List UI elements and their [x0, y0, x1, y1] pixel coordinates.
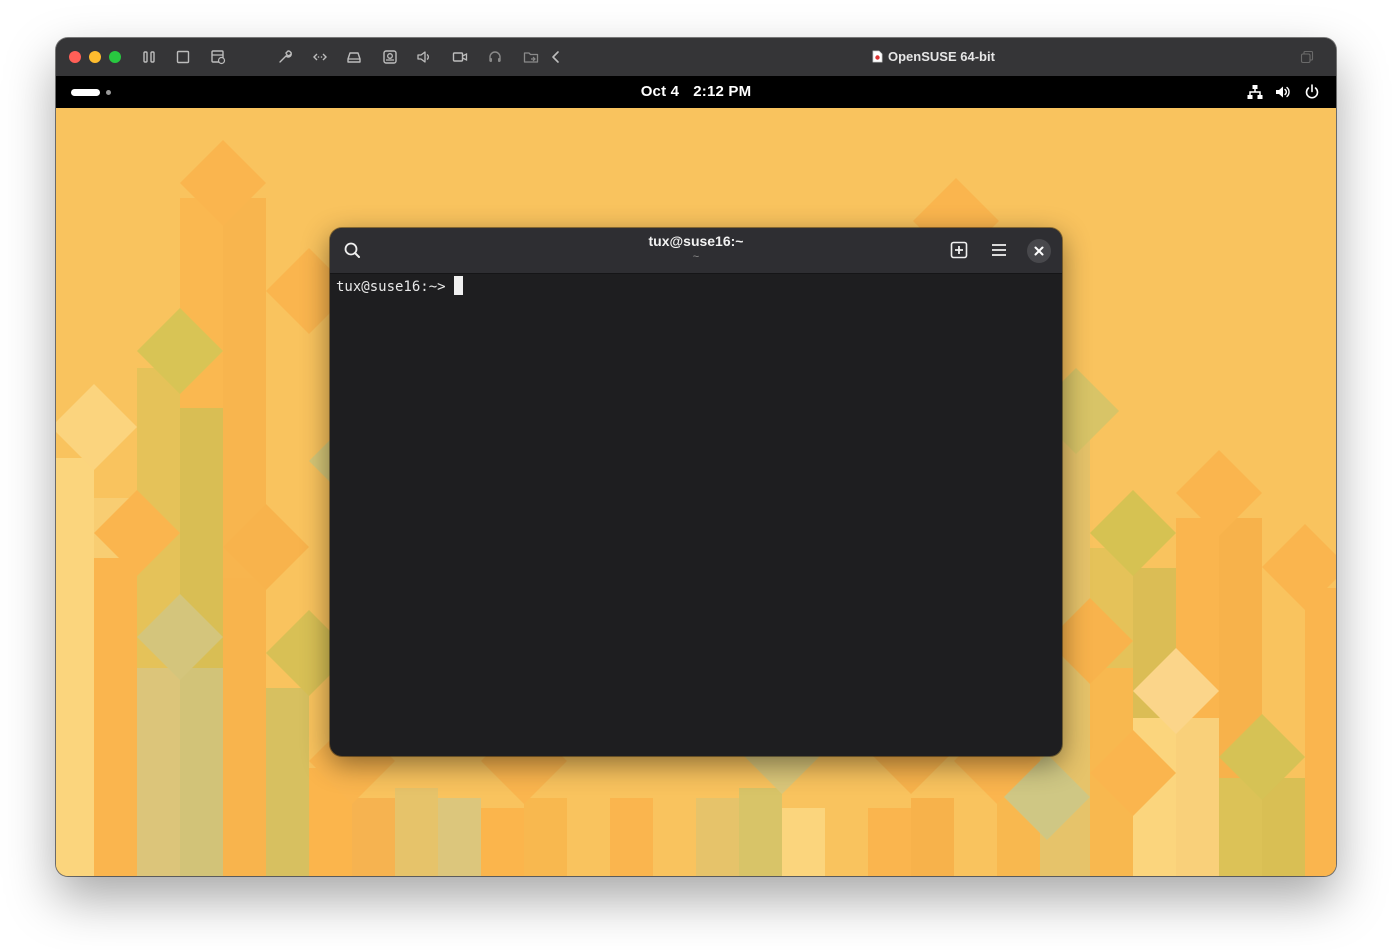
terminal-content[interactable]: tux@suse16:~>: [330, 274, 1062, 756]
hard-disk-icon[interactable]: [345, 48, 363, 66]
back-chevron-icon[interactable]: [547, 48, 565, 66]
new-tab-icon[interactable]: [946, 237, 972, 263]
host-toolbar: OpenSUSE 64-bit: [56, 38, 1336, 77]
gnome-top-bar: Oct 4 2:12 PM: [56, 76, 1336, 108]
terminal-window[interactable]: tux@suse16:~ ~ tux@suse16:~>: [330, 228, 1062, 756]
pause-icon[interactable]: [140, 48, 158, 66]
prompt-line: tux@suse16:~>: [336, 276, 463, 296]
fullscreen-icon[interactable]: [1300, 50, 1314, 64]
settings-wrench-icon[interactable]: [276, 48, 294, 66]
window-close-button[interactable]: [69, 51, 81, 63]
volume-icon[interactable]: [1274, 83, 1292, 101]
snapshot-icon[interactable]: [209, 48, 227, 66]
shell-prompt: tux@suse16:~>: [336, 279, 446, 295]
headphones-icon[interactable]: [486, 48, 504, 66]
close-icon[interactable]: [1027, 239, 1051, 263]
sound-icon[interactable]: [415, 48, 433, 66]
network-wired-icon[interactable]: [1246, 83, 1264, 101]
power-icon[interactable]: [1303, 83, 1321, 101]
network-icon[interactable]: [311, 48, 329, 66]
clock-date: Oct 4: [640, 83, 680, 100]
clock-time: 2:12 PM: [693, 83, 752, 100]
hamburger-menu-icon[interactable]: [986, 237, 1012, 263]
document-icon: [872, 50, 883, 67]
window-maximize-button[interactable]: [109, 51, 121, 63]
clock[interactable]: Oct 4 2:12 PM: [56, 83, 1336, 100]
video-icon[interactable]: [451, 48, 469, 66]
guest-screen[interactable]: Oct 4 2:12 PM tux@suse16:~ ~ tux@suse16:…: [56, 76, 1336, 876]
vm-host-window: OpenSUSE 64-bit Oct 4 2:12 PM tux@suse16…: [56, 38, 1336, 876]
camera-icon[interactable]: [381, 48, 399, 66]
window-minimize-button[interactable]: [89, 51, 101, 63]
terminal-header-bar[interactable]: tux@suse16:~ ~: [330, 228, 1062, 274]
display-icon[interactable]: [174, 48, 192, 66]
window-title-text: OpenSUSE 64-bit: [888, 49, 995, 64]
text-cursor: [453, 276, 463, 295]
shared-folder-icon[interactable]: [522, 48, 540, 66]
window-title: OpenSUSE 64-bit: [872, 49, 995, 65]
